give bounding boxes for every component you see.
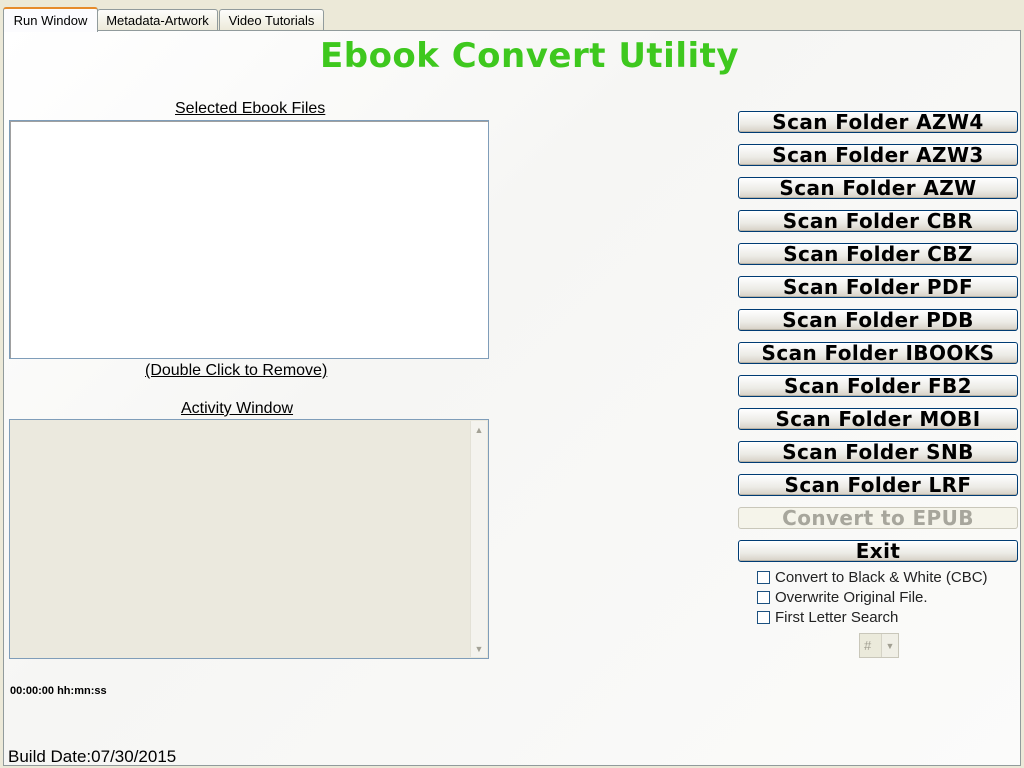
convert-to-epub-button[interactable]: Convert to EPUB bbox=[738, 507, 1018, 529]
checkbox-overwrite[interactable] bbox=[757, 590, 770, 604]
tab-metadata-artwork[interactable]: Metadata-Artwork bbox=[97, 9, 218, 31]
scan-pdb-button[interactable]: Scan Folder PDB bbox=[738, 309, 1018, 331]
files-caption: Selected Ebook Files bbox=[175, 100, 326, 117]
chevron-down-icon[interactable]: ▼ bbox=[881, 634, 898, 657]
build-date: Build Date:07/30/2015 bbox=[8, 747, 177, 766]
scan-cbz-button[interactable]: Scan Folder CBZ bbox=[738, 243, 1018, 265]
tab-label: Run Window bbox=[13, 13, 88, 28]
scroll-down-icon[interactable]: ▼ bbox=[471, 640, 487, 657]
scan-azw4-button[interactable]: Scan Folder AZW4 bbox=[738, 111, 1018, 133]
app-window: Run Window Metadata-Artwork Video Tutori… bbox=[0, 0, 1024, 768]
tab-video-tutorials[interactable]: Video Tutorials bbox=[219, 9, 324, 31]
checkbox-first-letter[interactable] bbox=[757, 610, 770, 624]
exit-button[interactable]: Exit bbox=[738, 540, 1018, 562]
scan-pdf-button[interactable]: Scan Folder PDF bbox=[738, 276, 1018, 298]
scan-snb-button[interactable]: Scan Folder SNB bbox=[738, 441, 1018, 463]
letter-select[interactable]: # ▼ bbox=[859, 633, 899, 658]
scan-azw-button[interactable]: Scan Folder AZW bbox=[738, 177, 1018, 199]
scan-cbr-button[interactable]: Scan Folder CBR bbox=[738, 210, 1018, 232]
checkbox-black-white[interactable] bbox=[757, 570, 770, 584]
option-overwrite[interactable]: Overwrite Original File. bbox=[757, 588, 928, 606]
tab-label: Metadata-Artwork bbox=[106, 13, 209, 28]
activity-caption: Activity Window bbox=[181, 400, 294, 417]
scan-fb2-button[interactable]: Scan Folder FB2 bbox=[738, 375, 1018, 397]
letter-select-value: # bbox=[864, 638, 872, 653]
tab-run-window[interactable]: Run Window bbox=[3, 7, 98, 32]
scan-lrf-button[interactable]: Scan Folder LRF bbox=[738, 474, 1018, 496]
option-label: Convert to Black & White (CBC) bbox=[775, 568, 988, 586]
selected-files-list[interactable] bbox=[9, 120, 489, 359]
page-title: Ebook Convert Utility bbox=[320, 36, 740, 76]
option-label: First Letter Search bbox=[775, 608, 899, 626]
scan-azw3-button[interactable]: Scan Folder AZW3 bbox=[738, 144, 1018, 166]
option-black-white[interactable]: Convert to Black & White (CBC) bbox=[757, 568, 988, 586]
scroll-up-icon[interactable]: ▲ bbox=[471, 421, 487, 438]
scan-ibooks-button[interactable]: Scan Folder IBOOKS bbox=[738, 342, 1018, 364]
activity-scrollbar[interactable]: ▲ ▼ bbox=[470, 421, 487, 657]
scan-mobi-button[interactable]: Scan Folder MOBI bbox=[738, 408, 1018, 430]
option-label: Overwrite Original File. bbox=[775, 588, 928, 606]
tab-label: Video Tutorials bbox=[228, 13, 315, 28]
remove-hint: (Double Click to Remove) bbox=[145, 362, 328, 379]
option-first-letter[interactable]: First Letter Search bbox=[757, 608, 898, 626]
elapsed-timer: 00:00:00 hh:mn:ss bbox=[10, 685, 107, 697]
activity-window: ▲ ▼ bbox=[9, 419, 489, 659]
